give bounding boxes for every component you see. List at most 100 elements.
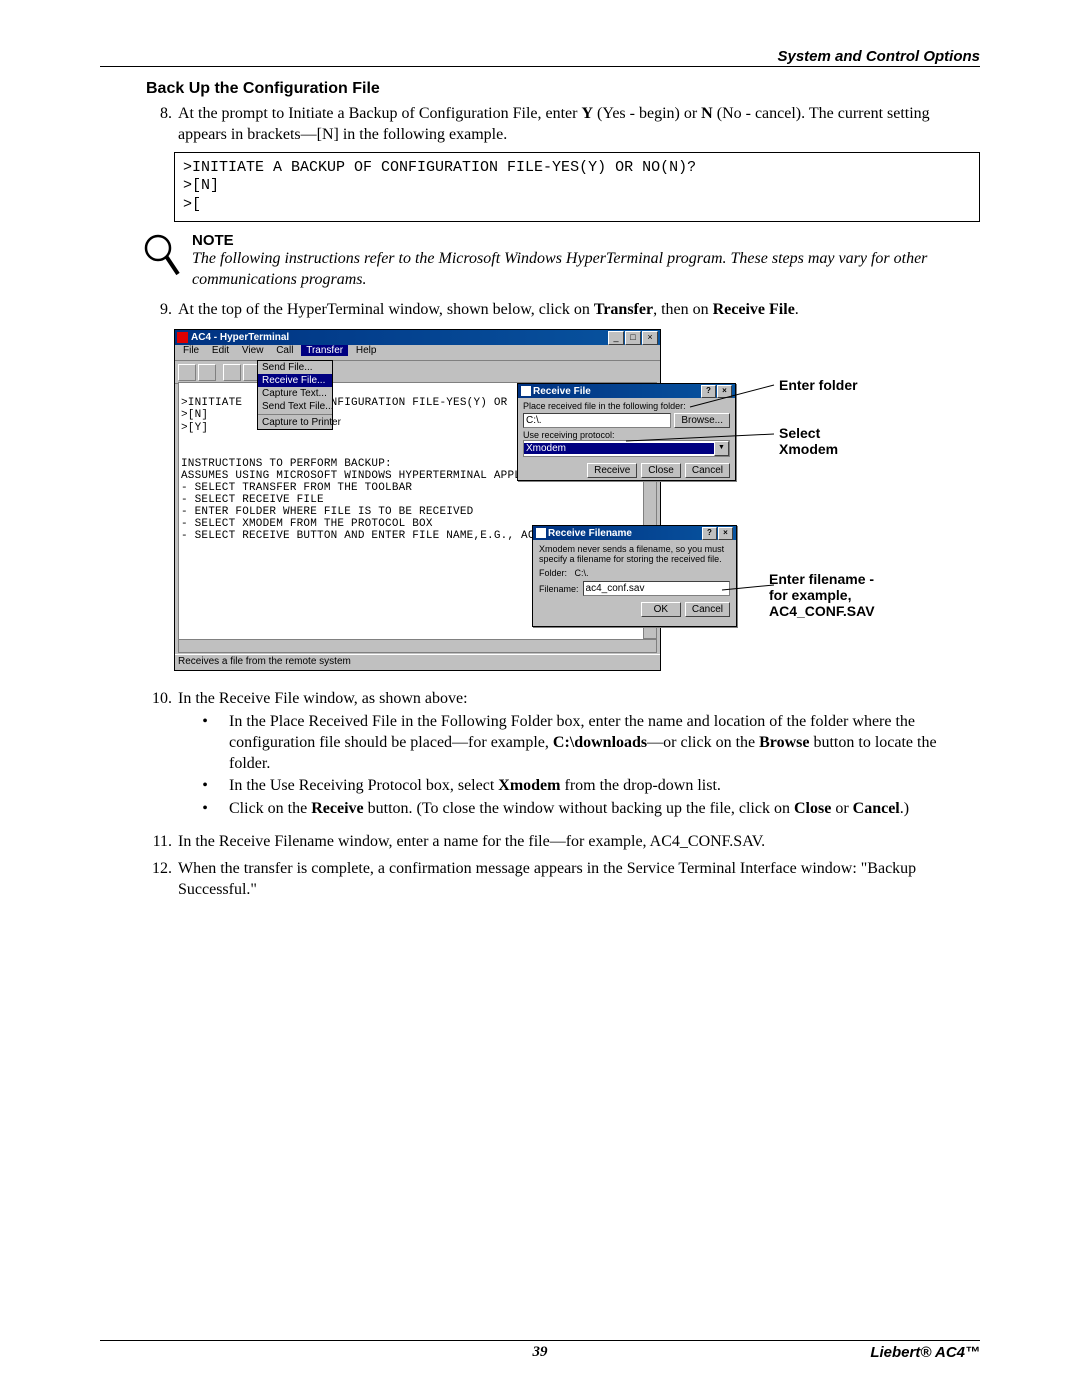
step-12: 12. When the transfer is complete, a con… — [146, 859, 980, 901]
text: .) — [900, 800, 909, 817]
note-body: The following instructions refer to the … — [192, 249, 980, 291]
content-area: Back Up the Configuration File 8. At the… — [146, 80, 980, 906]
note-block: NOTE The following instructions refer to… — [146, 232, 980, 291]
text-bold: C:\downloads — [553, 734, 647, 751]
text: Click on the — [229, 800, 311, 817]
menu-call[interactable]: Call — [271, 345, 298, 356]
code-block: >INITIATE A BACKUP OF CONFIGURATION FILE… — [174, 152, 980, 222]
menu-receive-file[interactable]: Receive File... — [258, 374, 332, 387]
text: , then on — [653, 301, 713, 318]
text-bold: Receive File — [713, 301, 795, 318]
menu-bar: File Edit View Call Transfer Help — [175, 345, 660, 361]
step-number: 8. — [146, 104, 178, 146]
close-button[interactable]: × — [718, 527, 733, 540]
menu-send-text-file[interactable]: Send Text File... — [258, 400, 332, 413]
step-text: In the Receive File window, as shown abo… — [178, 689, 980, 826]
step-text: In the Receive Filename window, enter a … — [178, 832, 980, 853]
receive-filename-dialog: Receive Filename ? × Xmodem never sends … — [532, 525, 737, 627]
text: In the Receive File window, as shown abo… — [178, 690, 468, 707]
receive-button[interactable]: Receive — [587, 463, 637, 478]
bullet-text: In the Place Received File in the Follow… — [229, 712, 980, 774]
step-11: 11. In the Receive Filename window, ente… — [146, 832, 980, 853]
text-bold: Y — [581, 105, 593, 122]
cancel-button[interactable]: Cancel — [685, 602, 730, 617]
folder-input[interactable] — [523, 413, 671, 428]
text: (Yes - begin) or — [593, 105, 701, 122]
text: . — [795, 301, 799, 318]
folder-label: Folder: — [539, 568, 567, 578]
dialog-title: Receive Filename — [548, 528, 632, 539]
scrollbar-horizontal[interactable] — [178, 639, 657, 653]
tool-connect-icon[interactable] — [223, 364, 241, 381]
menu-capture-text[interactable]: Capture Text... — [258, 387, 332, 400]
screenshot: AC4 - HyperTerminal _ □ × File Edit View… — [174, 329, 980, 679]
bullet-icon: • — [178, 799, 229, 820]
step-text: At the top of the HyperTerminal window, … — [178, 300, 980, 321]
text-bold: N — [701, 105, 713, 122]
window-title: AC4 - HyperTerminal — [191, 332, 289, 343]
menu-edit[interactable]: Edit — [207, 345, 234, 356]
close-button[interactable]: × — [642, 331, 658, 345]
bullet-icon: • — [178, 776, 229, 797]
menu-file[interactable]: File — [178, 345, 204, 356]
menu-send-file[interactable]: Send File... — [258, 361, 332, 374]
minimize-button[interactable]: _ — [608, 331, 624, 345]
bullet-icon: • — [178, 712, 229, 774]
browse-button[interactable]: Browse... — [674, 413, 730, 428]
text-bold: Browse — [759, 734, 809, 751]
text-bold: Close — [794, 800, 831, 817]
menu-view[interactable]: View — [237, 345, 269, 356]
text-bold: Receive — [311, 800, 363, 817]
text: or — [831, 800, 852, 817]
protocol-value: Xmodem — [524, 443, 714, 454]
text: Xmodem — [779, 441, 838, 457]
callout-enter-filename: Enter filename - for example, AC4_CONF.S… — [769, 571, 875, 619]
protocol-label: Use receiving protocol: — [523, 430, 730, 440]
text-bold: Cancel — [853, 800, 900, 817]
transfer-dropdown: Send File... Receive File... Capture Tex… — [257, 360, 333, 430]
text: At the top of the HyperTerminal window, … — [178, 301, 594, 318]
text: AC4_CONF.SAV — [769, 603, 875, 619]
text: from the drop-down list. — [560, 777, 720, 794]
cancel-button[interactable]: Cancel — [685, 463, 730, 478]
toolbar — [175, 361, 660, 384]
step-8: 8. At the prompt to Initiate a Backup of… — [146, 104, 980, 146]
help-button[interactable]: ? — [701, 385, 716, 398]
folder-value: C:\. — [575, 568, 589, 578]
text: Select — [779, 425, 820, 441]
bullet-text: In the Use Receiving Protocol box, selec… — [229, 776, 980, 797]
tool-new-icon[interactable] — [178, 364, 196, 381]
close-dlg-button[interactable]: Close — [641, 463, 681, 478]
filename-input[interactable] — [583, 581, 730, 596]
note-title: NOTE — [192, 232, 980, 249]
step-text: When the transfer is complete, a confirm… — [178, 859, 980, 901]
close-button[interactable]: × — [717, 385, 732, 398]
ok-button[interactable]: OK — [641, 602, 681, 617]
folder-label: Place received file in the following fol… — [523, 401, 730, 411]
text-bold: Transfer — [594, 301, 653, 318]
callout-select-xmodem: Select Xmodem — [779, 425, 838, 457]
menu-capture-to-printer[interactable]: Capture to Printer — [258, 416, 332, 429]
tool-open-icon[interactable] — [198, 364, 216, 381]
dialog-title: Receive File — [533, 386, 591, 397]
text: At the prompt to Initiate a Backup of Co… — [178, 105, 581, 122]
menu-help[interactable]: Help — [351, 345, 382, 356]
menu-transfer[interactable]: Transfer — [301, 345, 348, 356]
step-text: At the prompt to Initiate a Backup of Co… — [178, 104, 980, 146]
bullet-text: Click on the Receive button. (To close t… — [229, 799, 980, 820]
protocol-dropdown[interactable]: Xmodem ▼ — [523, 440, 730, 457]
step-number: 11. — [146, 832, 178, 853]
maximize-button[interactable]: □ — [625, 331, 641, 345]
section-title: Back Up the Configuration File — [146, 80, 980, 98]
note-text: NOTE The following instructions refer to… — [192, 232, 980, 291]
callout-enter-folder: Enter folder — [779, 377, 858, 393]
chevron-down-icon[interactable]: ▼ — [714, 441, 729, 456]
footer-rule — [100, 1340, 980, 1341]
help-button[interactable]: ? — [702, 527, 717, 540]
text: for example, — [769, 587, 851, 603]
app-icon — [177, 332, 188, 343]
step-number: 12. — [146, 859, 178, 901]
window-titlebar: AC4 - HyperTerminal _ □ × — [175, 330, 660, 345]
status-bar: Receives a file from the remote system — [175, 654, 660, 670]
magnifier-icon — [142, 232, 182, 283]
